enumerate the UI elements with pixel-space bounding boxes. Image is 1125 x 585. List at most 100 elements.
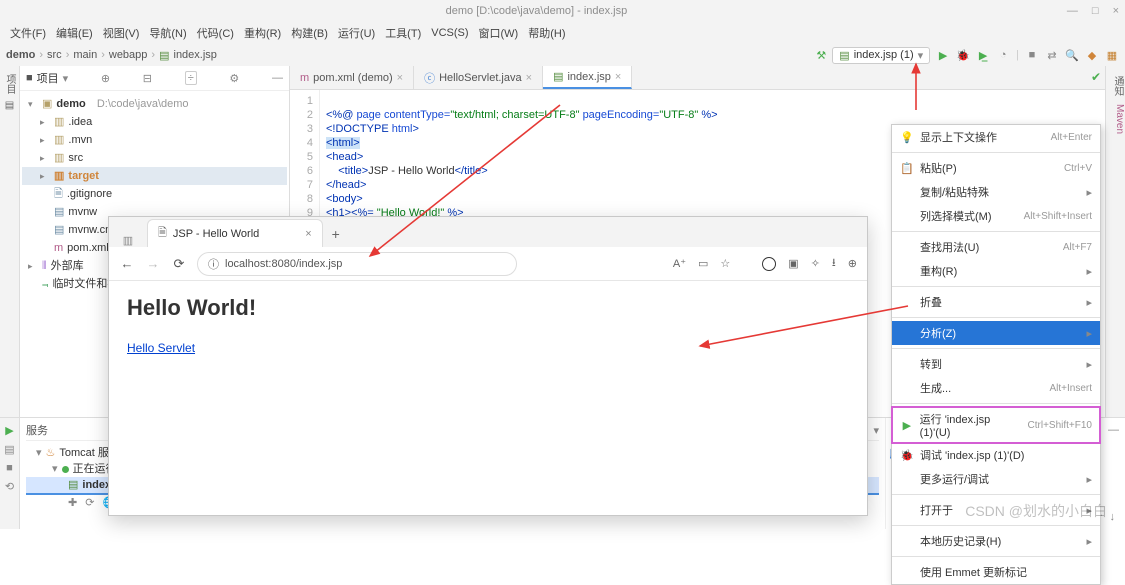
menu-vcs[interactable]: VCS(S)	[427, 25, 472, 41]
breadcrumb-root[interactable]: demo	[6, 49, 35, 61]
build-icon[interactable]: ⚒	[816, 49, 826, 62]
breadcrumb-item[interactable]: src	[47, 49, 62, 61]
menu-window[interactable]: 窗口(W)	[475, 23, 523, 43]
tree-root-name[interactable]: demo	[56, 95, 85, 113]
more-icon[interactable]: ⊕	[848, 257, 857, 270]
menu-edit[interactable]: 编辑(E)	[52, 23, 97, 43]
tree-item-target[interactable]: target	[68, 167, 99, 185]
read-aloud-icon[interactable]: A⁺	[673, 257, 686, 270]
menu-build[interactable]: 构建(B)	[287, 23, 332, 43]
tab-index-jsp[interactable]: ▤index.jsp×	[543, 66, 632, 89]
new-tab-button[interactable]: +	[323, 221, 349, 247]
tree-item[interactable]: mvnw	[68, 203, 97, 221]
window-max-button[interactable]: □	[1092, 5, 1099, 17]
extensions-icon[interactable]: ✧	[811, 257, 820, 270]
menu-code[interactable]: 代码(C)	[193, 23, 238, 43]
browser-tablist-icon[interactable]: ▥	[117, 234, 139, 247]
menu-help[interactable]: 帮助(H)	[524, 23, 569, 43]
run-button-icon[interactable]: ▶	[936, 48, 950, 62]
search-icon[interactable]: 🔍	[1065, 48, 1079, 62]
context-menu-item[interactable]: 使用 Emmet 更新标记	[892, 560, 1100, 584]
structure-tool-button[interactable]: ▤	[5, 100, 14, 111]
hide-icon[interactable]: —	[272, 72, 283, 84]
stop-tool-icon[interactable]: ■	[6, 462, 13, 474]
tab-servlet[interactable]: ⓒHelloServlet.java×	[414, 66, 543, 89]
back-icon[interactable]: ←	[119, 256, 135, 271]
menu-run[interactable]: 运行(U)	[334, 23, 379, 43]
profile-button-icon[interactable]: ◔	[996, 48, 1010, 62]
profile-dot-icon[interactable]	[762, 257, 776, 271]
browser-tab[interactable]: 🗎 JSP - Hello World ×	[147, 219, 323, 247]
tree-item[interactable]: src	[68, 149, 83, 167]
context-menu-item[interactable]: 📋粘贴(P)Ctrl+V	[892, 156, 1100, 180]
close-icon[interactable]: ×	[526, 72, 532, 84]
context-menu-item[interactable]: 转到▸	[892, 352, 1100, 376]
deploy-icon[interactable]: ✚	[68, 495, 77, 511]
forward-icon[interactable]: →	[145, 256, 161, 271]
close-icon[interactable]: ×	[305, 228, 311, 240]
menu-tools[interactable]: 工具(T)	[381, 23, 425, 43]
main-menu[interactable]: 文件(F) 编辑(E) 视图(V) 导航(N) 代码(C) 重构(R) 构建(B…	[0, 22, 1125, 44]
redeploy-icon[interactable]: ⟳	[85, 495, 94, 511]
context-menu-item[interactable]: 分析(Z)▸	[892, 321, 1100, 345]
context-menu-item[interactable]: 生成...Alt+Insert	[892, 376, 1100, 400]
ide-icon[interactable]: ▦	[1105, 48, 1119, 62]
coverage-button-icon[interactable]: ▶̲	[976, 48, 990, 62]
context-menu-item[interactable]: 复制/粘贴特殊▸	[892, 180, 1100, 204]
close-icon[interactable]: ×	[615, 71, 621, 83]
debug-button-icon[interactable]: 🐞	[956, 48, 970, 62]
breadcrumb-item[interactable]: main	[73, 49, 97, 61]
maven-button[interactable]: Maven	[1106, 104, 1125, 134]
tab-pom[interactable]: mpom.xml (demo)×	[290, 66, 414, 89]
reload-icon[interactable]: ⟳	[171, 256, 187, 272]
notifications-button[interactable]: 通知	[1106, 76, 1125, 96]
tree-item[interactable]: .mvn	[68, 131, 92, 149]
collapse-icon[interactable]: ⊟	[143, 72, 152, 85]
reader-icon[interactable]: ▭	[698, 257, 708, 270]
window-min-button[interactable]: —	[1067, 5, 1078, 17]
hide-icon[interactable]: —	[1108, 424, 1119, 437]
updates-icon[interactable]: ◆	[1085, 48, 1099, 62]
tree-item[interactable]: .gitignore	[67, 185, 112, 203]
context-menu-item[interactable]: 🐞调试 'index.jsp (1)'(D)	[892, 443, 1100, 467]
run-config-combo[interactable]: ▤ index.jsp (1) ▾	[832, 47, 930, 64]
page-link[interactable]: Hello Servlet	[127, 341, 195, 355]
browser-window[interactable]: ▥ 🗎 JSP - Hello World × + ← → ⟳ ⓘ localh…	[108, 216, 868, 516]
tree-item[interactable]: .idea	[68, 113, 92, 131]
address-bar[interactable]: ⓘ localhost:8080/index.jsp	[197, 252, 517, 276]
context-menu-item[interactable]: 💡显示上下文操作Alt+Enter	[892, 125, 1100, 149]
menu-view[interactable]: 视图(V)	[99, 23, 144, 43]
tree-item[interactable]: pom.xml	[67, 239, 109, 257]
breadcrumb-file[interactable]: index.jsp	[174, 49, 217, 61]
menu-navigate[interactable]: 导航(N)	[145, 23, 190, 43]
context-menu-item[interactable]: 重构(R)▸	[892, 259, 1100, 283]
context-menu-item[interactable]: 列选择模式(M)Alt+Shift+Insert	[892, 204, 1100, 228]
breadcrumb[interactable]: demo› src› main› webapp› ▤ index.jsp	[6, 49, 217, 62]
context-menu-item[interactable]: 查找用法(U)Alt+F7	[892, 235, 1100, 259]
context-menu-item[interactable]: 折叠▸	[892, 290, 1100, 314]
favorite-icon[interactable]: ☆	[720, 257, 730, 270]
editor-tabs[interactable]: mpom.xml (demo)× ⓒHelloServlet.java× ▤in…	[290, 66, 1105, 90]
filter-icon[interactable]: ▤	[4, 443, 14, 456]
stop-button-icon[interactable]: ■	[1025, 48, 1039, 62]
context-menu-item[interactable]: 本地历史记录(H)▸	[892, 529, 1100, 553]
breadcrumb-item[interactable]: webapp	[109, 49, 148, 61]
expand-icon[interactable]: ⊕	[101, 72, 110, 85]
gear-icon[interactable]: ⚙	[229, 72, 239, 85]
menu-refactor[interactable]: 重构(R)	[240, 23, 285, 43]
window-close-button[interactable]: ×	[1113, 5, 1119, 17]
scroll-down-icon[interactable]: ↓	[1110, 511, 1116, 523]
close-icon[interactable]: ×	[397, 72, 403, 84]
project-tool-button[interactable]: 项目	[2, 74, 17, 94]
context-menu-item[interactable]: 更多运行/调试▸	[892, 467, 1100, 491]
git-icon[interactable]: ⇄	[1045, 48, 1059, 62]
service-item[interactable]: index	[82, 477, 111, 493]
info-icon[interactable]: ⓘ	[208, 256, 219, 272]
tree-ext-libs[interactable]: 外部库	[51, 257, 84, 275]
menu-file[interactable]: 文件(F)	[6, 23, 50, 43]
collections-icon[interactable]: ▣	[788, 257, 798, 270]
restart-icon[interactable]: ⟲	[5, 480, 14, 493]
context-menu-item[interactable]: ▶运行 'index.jsp (1)'(U)Ctrl+Shift+F10	[892, 407, 1100, 443]
run-tool-icon[interactable]: ▶	[5, 424, 13, 437]
downloads-icon[interactable]: ⭳	[832, 254, 836, 273]
